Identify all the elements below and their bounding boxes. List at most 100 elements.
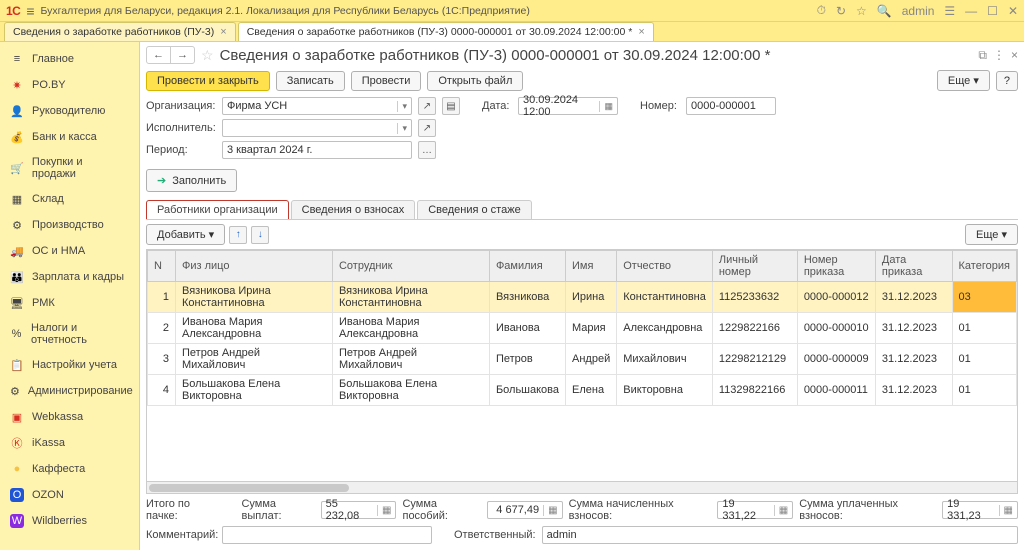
favorite-toggle[interactable]: ☆: [201, 47, 214, 64]
comment-input[interactable]: [222, 526, 432, 544]
cart-icon: 🛒: [10, 161, 24, 175]
table-row[interactable]: 2 Иванова Мария Александровна Иванова Ма…: [148, 313, 1017, 344]
monitor-icon: 🖥: [10, 296, 24, 310]
org-input[interactable]: Фирма УСН▾: [222, 97, 412, 115]
sum-contr-label: Сумма начисленных взносов:: [569, 498, 712, 522]
nav-tax[interactable]: %Налоги и отчетность: [0, 316, 139, 352]
favorite-icon[interactable]: ☆: [856, 4, 867, 18]
period-input[interactable]: 3 квартал 2024 г.: [222, 141, 412, 159]
document-toolbar: Провести и закрыть Записать Провести Отк…: [146, 70, 1018, 91]
nav-ikassa[interactable]: ⓀiKassa: [0, 430, 139, 456]
maximize-icon[interactable]: ☐: [987, 4, 998, 18]
app-icon: Ⓚ: [10, 436, 24, 450]
period-select-button[interactable]: …: [418, 141, 436, 159]
menu-icon[interactable]: ≡: [26, 3, 34, 19]
search-icon[interactable]: 🔍: [877, 4, 892, 18]
number-input[interactable]: 0000-000001: [686, 97, 776, 115]
post-button[interactable]: Провести: [351, 71, 422, 91]
close-icon[interactable]: ✕: [1008, 4, 1018, 18]
truck-icon: 🚚: [10, 244, 24, 258]
tab-experience[interactable]: Сведения о стаже: [417, 200, 532, 219]
sum-paid-label: Сумма уплаченных взносов:: [799, 498, 936, 522]
options-icon[interactable]: ⋮: [993, 48, 1005, 63]
history-icon[interactable]: ↻: [836, 4, 846, 18]
save-button[interactable]: Записать: [276, 71, 345, 91]
table-row[interactable]: 4 Большакова Елена Викторовна Большакова…: [148, 375, 1017, 406]
nav-manager[interactable]: 👤Руководителю: [0, 98, 139, 124]
employees-grid[interactable]: N Физ лицо Сотрудник Фамилия Имя Отчеств…: [146, 249, 1018, 482]
people-icon: 👪: [10, 270, 24, 284]
tab-employees[interactable]: Работники организации: [146, 200, 289, 219]
help-button[interactable]: ?: [996, 71, 1018, 91]
nav-stock[interactable]: ▦Склад: [0, 186, 139, 212]
nav-kaffesta[interactable]: ●Каффеста: [0, 456, 139, 482]
open-file-button[interactable]: Открыть файл: [427, 71, 523, 91]
arrow-right-icon: ➔: [157, 174, 166, 187]
tab-label: Сведения о заработке работников (ПУ-3): [13, 26, 214, 38]
posting-icon[interactable]: ▤: [442, 97, 460, 115]
table-more-button[interactable]: Еще ▾: [965, 224, 1018, 245]
nav-poby[interactable]: ✷PO.BY: [0, 72, 139, 98]
comment-label: Комментарий:: [146, 529, 216, 541]
sum-paid-input[interactable]: 19 331,23▦: [942, 501, 1018, 519]
move-down-button[interactable]: ↓: [251, 226, 269, 244]
table-row[interactable]: 1 Вязникова Ирина Константиновна Вязнико…: [148, 282, 1017, 313]
sum-pay-input[interactable]: 55 232,08▦: [321, 501, 397, 519]
nav-trade[interactable]: 🛒Покупки и продажи: [0, 150, 139, 186]
open-window-icon[interactable]: ⧉: [978, 48, 987, 63]
exec-open-button[interactable]: ↗: [418, 119, 436, 137]
fill-button[interactable]: ➔Заполнить: [146, 169, 237, 192]
nav-settings[interactable]: 📋Настройки учета: [0, 352, 139, 378]
clipboard-icon: 📋: [10, 358, 24, 372]
nav-sidebar: ≡Главное ✷PO.BY 👤Руководителю 💰Банк и ка…: [0, 42, 140, 550]
list-icon: ≡: [10, 52, 24, 66]
table-row[interactable]: 3 Петров Андрей Михайлович Петров Андрей…: [148, 344, 1017, 375]
table-toolbar: Добавить ▾ ↑ ↓ Еще ▾: [146, 220, 1018, 249]
forward-button[interactable]: →: [171, 47, 194, 63]
document-tab[interactable]: Сведения о заработке работников (ПУ-3) ×: [4, 22, 236, 41]
org-open-button[interactable]: ↗: [418, 97, 436, 115]
document-content: ← → ☆ Сведения о заработке работников (П…: [140, 42, 1024, 550]
exec-input[interactable]: ▾: [222, 119, 412, 137]
grid-header: N Физ лицо Сотрудник Фамилия Имя Отчеств…: [148, 251, 1017, 282]
date-input[interactable]: 30.09.2024 12:00▦: [518, 97, 618, 115]
minimize-icon[interactable]: —: [965, 4, 977, 18]
inner-tabs: Работники организации Сведения о взносах…: [146, 200, 1018, 220]
document-footer: Итого по пачке: Сумма выплат: 55 232,08▦…: [146, 494, 1018, 550]
more-button[interactable]: Еще ▾: [937, 70, 990, 91]
nav-wb[interactable]: WWildberries: [0, 508, 139, 534]
app-title: Бухгалтерия для Беларуси, редакция 2.1. …: [41, 5, 811, 17]
gear-icon: ⚙: [10, 218, 24, 232]
nav-prod[interactable]: ⚙Производство: [0, 212, 139, 238]
tab-close-icon[interactable]: ×: [220, 26, 226, 38]
nav-webkassa[interactable]: ▣Webkassa: [0, 404, 139, 430]
add-row-button[interactable]: Добавить ▾: [146, 224, 225, 245]
nav-os[interactable]: 🚚ОС и НМА: [0, 238, 139, 264]
grid-icon: ▦: [10, 192, 24, 206]
nav-rmk[interactable]: 🖥РМК: [0, 290, 139, 316]
tab-label: Сведения о заработке работников (ПУ-3) 0…: [247, 26, 633, 38]
close-document-icon[interactable]: ×: [1011, 48, 1018, 63]
sum-pay-label: Сумма выплат:: [241, 498, 314, 522]
tab-close-icon[interactable]: ×: [638, 26, 644, 38]
move-up-button[interactable]: ↑: [229, 226, 247, 244]
nav-ozon[interactable]: OOZON: [0, 482, 139, 508]
responsible-label: Ответственный:: [454, 529, 536, 541]
sum-contr-input[interactable]: 19 331,22▦: [717, 501, 793, 519]
settings-icon[interactable]: ☰: [944, 4, 955, 18]
nav-bank[interactable]: 💰Банк и касса: [0, 124, 139, 150]
notifications-icon[interactable]: ⏱: [817, 3, 826, 18]
user-label[interactable]: admin: [902, 4, 935, 18]
nav-salary[interactable]: 👪Зарплата и кадры: [0, 264, 139, 290]
app-icon: ●: [10, 462, 24, 476]
sum-ben-input[interactable]: 4 677,49▦: [487, 501, 563, 519]
titlebar-actions: ⏱ ↻ ☆ 🔍 admin ☰ — ☐ ✕: [817, 3, 1018, 18]
nav-admin[interactable]: ⚙Администрирование: [0, 378, 139, 404]
tab-contributions[interactable]: Сведения о взносах: [291, 200, 416, 219]
horizontal-scrollbar[interactable]: [146, 482, 1018, 494]
post-close-button[interactable]: Провести и закрыть: [146, 71, 270, 91]
back-button[interactable]: ←: [147, 47, 171, 63]
responsible-input[interactable]: admin: [542, 526, 1018, 544]
document-tab[interactable]: Сведения о заработке работников (ПУ-3) 0…: [238, 22, 654, 41]
nav-main[interactable]: ≡Главное: [0, 46, 139, 72]
